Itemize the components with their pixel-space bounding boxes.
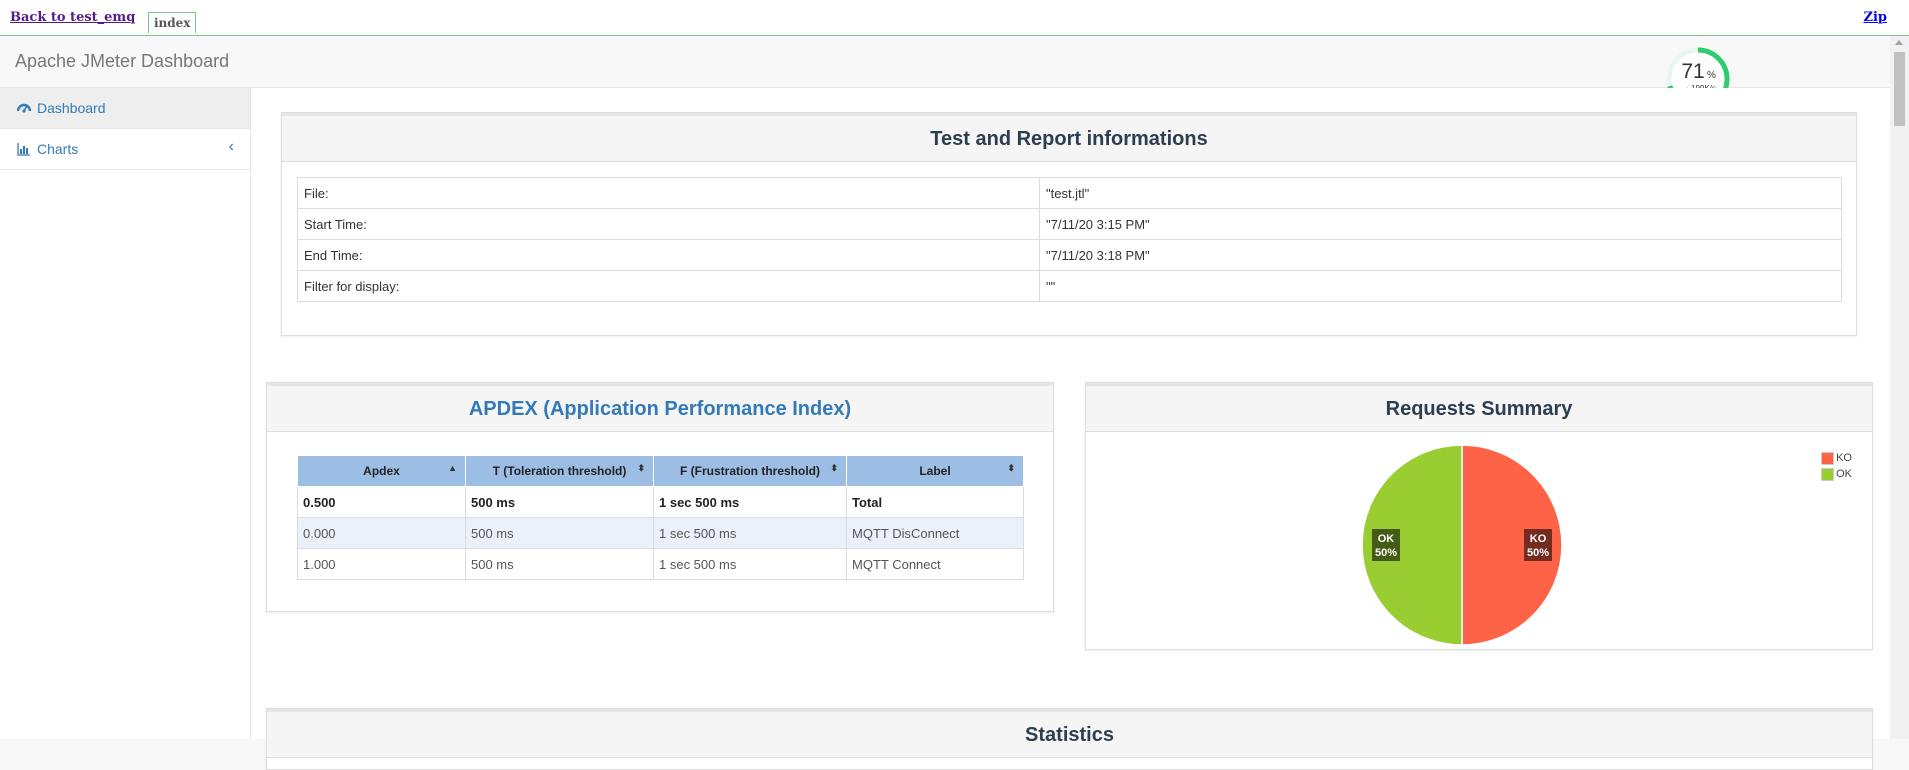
table-header-row: Apdex ▲ T (Toleration threshold) ⬍ F (Frus… — [297, 455, 1024, 487]
statistics-panel: Statistics — [266, 708, 1873, 770]
apdex-table: Apdex ▲ T (Toleration threshold) ⬍ F (Frus… — [297, 455, 1024, 580]
info-table: File: "test.jtl" Start Time: "7/11/20 3:… — [297, 177, 1842, 302]
pie-label-ko: KO 50% — [1524, 529, 1552, 561]
sidebar: Dashboard Charts ‹ — [0, 88, 251, 739]
cell-apdex: 0.000 — [297, 517, 466, 549]
table-row: File: "test.jtl" — [297, 177, 1842, 209]
svg-text:50%: 50% — [1375, 547, 1397, 559]
scroll-up-arrow-icon[interactable] — [1895, 40, 1903, 45]
requests-summary-panel: Requests Summary KO 50% OK 50% KO OK — [1085, 382, 1873, 650]
pie-label-ok: OK 50% — [1372, 529, 1400, 561]
table-row: 0.000 500 ms 1 sec 500 ms MQTT DisConnec… — [297, 517, 1024, 549]
gauge-percent-sign: % — [1707, 70, 1716, 81]
legend-swatch — [1821, 451, 1835, 465]
gauge-percent: 71 — [1681, 60, 1704, 83]
sort-icon: ⬍ — [830, 463, 838, 473]
scrollbar[interactable] — [1890, 36, 1909, 739]
table-row: End Time: "7/11/20 3:18 PM" — [297, 239, 1842, 271]
info-value: "test.jtl" — [1039, 177, 1842, 209]
apdex-panel-title: APDEX (Application Performance Index) — [267, 383, 1053, 432]
svg-text:OK: OK — [1378, 533, 1395, 545]
info-value: "7/11/20 3:18 PM" — [1039, 239, 1842, 271]
top-frame-bar: Back to test_emq index Zip — [0, 0, 1909, 36]
cell-apdex: 0.500 — [297, 486, 466, 518]
sidebar-item-charts[interactable]: Charts ‹ — [0, 129, 250, 170]
svg-text:KO: KO — [1530, 533, 1547, 545]
requests-summary-title: Requests Summary — [1086, 383, 1872, 432]
info-panel-title: Test and Report informations — [282, 113, 1856, 162]
cell-frustration: 1 sec 500 ms — [653, 517, 847, 549]
requests-pie-chart: KO 50% OK 50% — [1361, 444, 1563, 646]
chevron-left-icon[interactable]: ‹ — [229, 138, 234, 156]
cell-label: MQTT Connect — [846, 548, 1024, 580]
column-header-label[interactable]: Label ⬍ — [846, 455, 1024, 487]
sidebar-item-label: Dashboard — [37, 100, 106, 116]
navbar-header: Apache JMeter Dashboard — [0, 36, 1890, 88]
table-row: Filter for display: "" — [297, 270, 1842, 302]
apdex-panel: APDEX (Application Performance Index) Ap… — [266, 382, 1054, 612]
info-value: "7/11/20 3:15 PM" — [1039, 208, 1842, 240]
info-key: End Time: — [297, 239, 1040, 271]
cell-toleration: 500 ms — [465, 517, 654, 549]
main-content: Test and Report informations File: "test… — [251, 88, 1890, 770]
info-key: File: — [297, 177, 1040, 209]
table-row: 1.000 500 ms 1 sec 500 ms MQTT Connect — [297, 548, 1024, 580]
column-header-frustration[interactable]: F (Frustration threshold) ⬍ — [653, 455, 847, 487]
cell-label: Total — [846, 486, 1024, 518]
legend-swatch — [1821, 467, 1835, 481]
info-key: Filter for display: — [297, 270, 1040, 302]
cell-apdex: 1.000 — [297, 548, 466, 580]
back-link[interactable]: Back to test_emq — [10, 10, 135, 25]
info-value: "" — [1039, 270, 1842, 302]
chart-legend: KO OK — [1821, 450, 1852, 482]
column-header-apdex[interactable]: Apdex ▲ — [297, 455, 466, 487]
zip-link[interactable]: Zip — [1863, 10, 1887, 25]
cell-label: MQTT DisConnect — [846, 517, 1024, 549]
sidebar-item-label: Charts — [37, 141, 79, 157]
legend-item-ok[interactable]: OK — [1821, 466, 1852, 482]
sort-asc-icon: ▲ — [448, 463, 457, 473]
bar-chart-icon — [17, 143, 30, 156]
legend-label: KO — [1836, 452, 1852, 464]
column-header-toleration[interactable]: T (Toleration threshold) ⬍ — [465, 455, 654, 487]
dashboard-icon — [17, 103, 31, 113]
info-key: Start Time: — [297, 208, 1040, 240]
sort-icon: ⬍ — [1007, 463, 1015, 473]
tab-index[interactable]: index — [148, 12, 197, 33]
legend-item-ko[interactable]: KO — [1821, 450, 1852, 466]
cell-toleration: 500 ms — [465, 486, 654, 518]
table-row-total: 0.500 500 ms 1 sec 500 ms Total — [297, 486, 1024, 518]
cell-toleration: 500 ms — [465, 548, 654, 580]
scrollbar-thumb[interactable] — [1894, 52, 1905, 126]
statistics-title: Statistics — [267, 709, 1872, 758]
info-panel: Test and Report informations File: "test… — [281, 112, 1857, 336]
legend-label: OK — [1836, 468, 1852, 480]
cell-frustration: 1 sec 500 ms — [653, 486, 847, 518]
brand-title[interactable]: Apache JMeter Dashboard — [15, 51, 229, 72]
cell-frustration: 1 sec 500 ms — [653, 548, 847, 580]
svg-text:50%: 50% — [1527, 547, 1549, 559]
sort-icon: ⬍ — [637, 463, 645, 473]
sidebar-item-dashboard[interactable]: Dashboard — [0, 88, 250, 129]
table-row: Start Time: "7/11/20 3:15 PM" — [297, 208, 1842, 240]
